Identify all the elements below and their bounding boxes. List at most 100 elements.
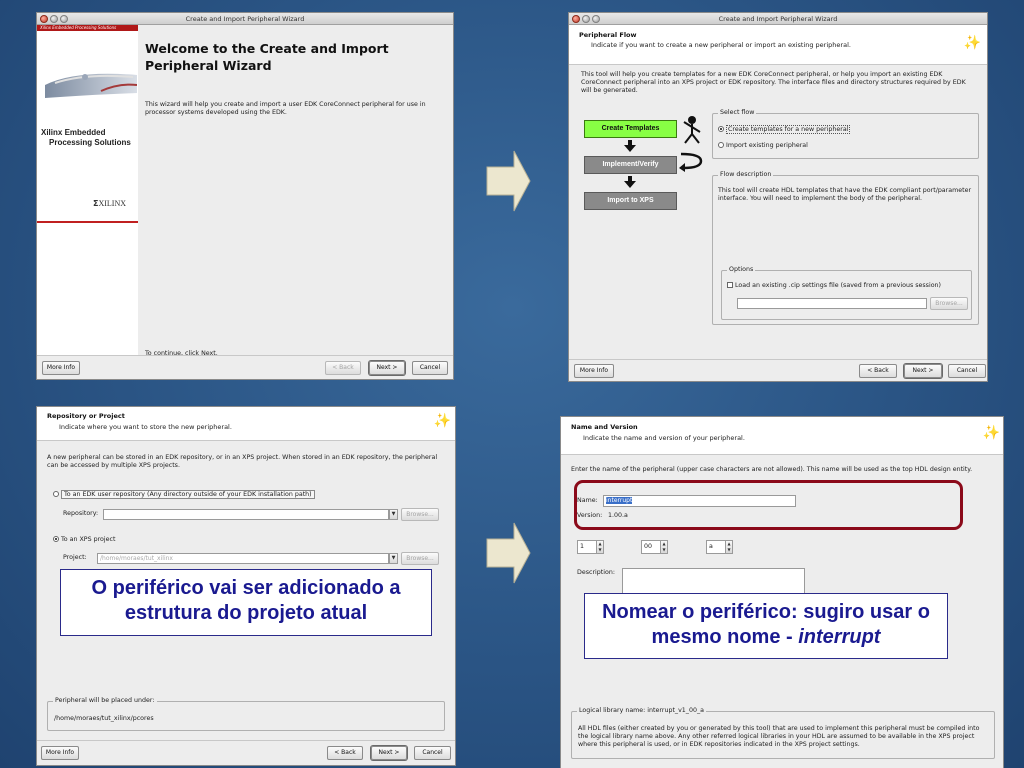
- back-button[interactable]: < Back: [325, 361, 361, 375]
- step-implement-verify: Implement/Verify: [584, 156, 677, 174]
- figure-icon: [683, 116, 701, 144]
- flow-header: Peripheral Flow Indicate if you want to …: [569, 25, 987, 65]
- option-import-label: Import existing peripheral: [726, 142, 808, 149]
- spinner-arrows-icon[interactable]: ▲ ▼: [660, 540, 668, 554]
- next-button[interactable]: Next >: [904, 364, 942, 378]
- option-project-label: To an XPS project: [61, 536, 116, 543]
- welcome-footer-divider: [37, 355, 453, 356]
- brand-divider: [37, 221, 138, 223]
- cip-file-input[interactable]: [737, 298, 927, 309]
- header-title: Repository or Project: [47, 412, 125, 420]
- radio-selected-icon[interactable]: [53, 536, 59, 542]
- placed-under-group: Peripheral will be placed under: /home/m…: [47, 697, 445, 731]
- repository-select[interactable]: [103, 509, 389, 520]
- radio-icon[interactable]: [718, 142, 724, 148]
- brand-strip: Xilinx Embedded Processing Solutions: [37, 25, 138, 31]
- radio-icon[interactable]: [53, 491, 59, 497]
- name-window: Name and Version Indicate the name and v…: [560, 416, 1004, 768]
- flow-description-text: This tool will create HDL templates that…: [718, 187, 972, 202]
- name-callout-text: Nomear o periférico: sugiro usar o mesmo…: [602, 601, 930, 648]
- name-callout: Nomear o periférico: sugiro usar o mesmo…: [584, 593, 948, 659]
- name-intro: Enter the name of the peripheral (upper …: [571, 466, 973, 473]
- minor-version-input[interactable]: 00: [641, 540, 661, 554]
- flow-description-group: Flow description This tool will create H…: [712, 171, 979, 325]
- name-header: Name and Version Indicate the name and v…: [561, 417, 1003, 455]
- header-subtitle: Indicate where you want to store the new…: [59, 423, 232, 431]
- back-button[interactable]: < Back: [859, 364, 897, 378]
- option-create-label: Create templates for a new peripheral: [726, 125, 851, 134]
- loop-arrow-icon: [679, 152, 703, 172]
- step-import-xps: Import to XPS: [584, 192, 677, 210]
- xilinx-logo-text: XILINX: [98, 199, 127, 208]
- repo-callout: O periférico vai ser adicionado a estrut…: [60, 569, 432, 636]
- flow-diagram: Create Templates Implement/Verify Import…: [579, 110, 709, 220]
- option-user-repository[interactable]: To an EDK user repository (Any directory…: [53, 490, 315, 499]
- wizard-wand-icon: ✨: [433, 413, 451, 429]
- flow-intro: This tool will help you create templates…: [581, 71, 966, 94]
- spinner-arrows-icon[interactable]: ▲ ▼: [725, 540, 733, 554]
- cancel-button[interactable]: Cancel: [948, 364, 986, 378]
- flow-description-legend: Flow description: [718, 171, 774, 178]
- next-button[interactable]: Next >: [371, 746, 407, 760]
- flow-window: Create and Import Peripheral Wizard Peri…: [568, 12, 988, 382]
- option-import-existing[interactable]: Import existing peripheral: [718, 142, 808, 149]
- browse-button[interactable]: Browse...: [401, 508, 439, 521]
- load-cip-option[interactable]: Load an existing .cip settings file (sav…: [727, 282, 941, 289]
- select-flow-legend: Select flow: [718, 109, 757, 116]
- browse-button[interactable]: Browse...: [401, 552, 439, 565]
- welcome-heading-1: Welcome to the Create and Import: [145, 41, 389, 56]
- welcome-window: Create and Import Peripheral Wizard Xili…: [36, 12, 454, 380]
- option-xps-project[interactable]: To an XPS project: [53, 536, 115, 543]
- down-arrow-head: [624, 181, 636, 188]
- brand-title-1: Xilinx Embedded: [41, 128, 106, 137]
- project-label: Project:: [63, 554, 87, 561]
- dropdown-arrow-icon[interactable]: ▼: [389, 553, 398, 564]
- name-highlight-ring: [574, 480, 963, 530]
- more-info-button[interactable]: More Info: [42, 361, 80, 375]
- header-subtitle: Indicate if you want to create a new per…: [591, 41, 851, 49]
- back-button[interactable]: < Back: [327, 746, 363, 760]
- continue-text: To continue, click Next.: [145, 350, 218, 357]
- load-cip-label: Load an existing .cip settings file (sav…: [735, 282, 942, 289]
- header-title: Name and Version: [571, 423, 638, 431]
- project-select[interactable]: /home/moraes/tut_xilinx: [97, 553, 389, 564]
- placed-under-legend: Peripheral will be placed under:: [53, 697, 157, 704]
- revision-input[interactable]: a: [706, 540, 726, 554]
- arrow-right-icon: [486, 150, 531, 212]
- option-repo-label: To an EDK user repository (Any directory…: [61, 490, 315, 499]
- repo-intro: A new peripheral can be stored in an EDK…: [47, 454, 438, 469]
- dropdown-arrow-icon[interactable]: ▼: [389, 509, 398, 520]
- select-flow-group: Select flow Create templates for a new p…: [712, 109, 979, 159]
- wizard-wand-icon: ✨: [982, 425, 1000, 441]
- option-create-templates[interactable]: Create templates for a new peripheral: [718, 125, 851, 134]
- options-group: Options Load an existing .cip settings f…: [721, 266, 972, 320]
- logical-library-legend: Logical library name: interrupt_v1_00_a: [577, 707, 706, 714]
- brand-title-2: Processing Solutions: [49, 138, 131, 147]
- logical-library-group: Logical library name: interrupt_v1_00_a …: [571, 707, 995, 759]
- window-title: Create and Import Peripheral Wizard: [185, 15, 305, 23]
- more-info-button[interactable]: More Info: [41, 746, 79, 760]
- options-legend: Options: [727, 266, 756, 273]
- wizard-wand-icon: ✨: [963, 35, 981, 51]
- name-callout-emphasis: interrupt: [798, 626, 881, 648]
- browse-button[interactable]: Browse...: [930, 297, 968, 310]
- window-title: Create and Import Peripheral Wizard: [718, 15, 838, 23]
- repository-label: Repository:: [63, 510, 99, 517]
- repo-header: Repository or Project Indicate where you…: [37, 407, 455, 441]
- checkbox-icon[interactable]: [727, 282, 733, 288]
- major-version-input[interactable]: 1: [577, 540, 597, 554]
- header-subtitle: Indicate the name and version of your pe…: [583, 434, 745, 442]
- next-button[interactable]: Next >: [369, 361, 405, 375]
- radio-selected-icon[interactable]: [718, 126, 724, 132]
- down-arrow-head: [624, 145, 636, 152]
- placed-under-path: /home/moraes/tut_xilinx/pcores: [54, 715, 154, 722]
- more-info-button[interactable]: More Info: [574, 364, 614, 378]
- logical-library-text: All HDL files (either created by you or …: [578, 725, 980, 748]
- repo-footer-divider: [37, 740, 455, 741]
- cancel-button[interactable]: Cancel: [412, 361, 448, 375]
- welcome-content: Welcome to the Create and Import Periphe…: [138, 25, 453, 357]
- spinner-arrows-icon[interactable]: ▲ ▼: [596, 540, 604, 554]
- cancel-button[interactable]: Cancel: [414, 746, 451, 760]
- brand-image: [45, 65, 138, 99]
- welcome-description: This wizard will help you create and imp…: [145, 101, 426, 116]
